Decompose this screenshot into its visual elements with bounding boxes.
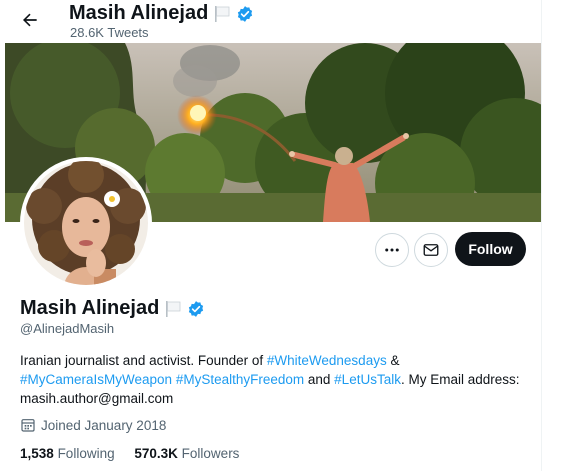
bio-text: Iranian journalist and activist. Founder… <box>20 353 267 368</box>
arrow-left-icon <box>23 13 37 27</box>
more-button[interactable] <box>375 233 409 267</box>
avatar-photo <box>24 161 148 285</box>
following-link[interactable]: 1,538 Following <box>20 446 115 461</box>
header-name: Masih Alinejad <box>69 2 209 24</box>
profile-header-bar: Masih Alinejad 28.6K Tweets <box>0 0 541 43</box>
profile-handle: @AlinejadMasih <box>20 321 115 336</box>
tweet-count: 28.6K Tweets <box>70 25 149 40</box>
followers-count: 570.3K <box>134 446 178 461</box>
hashtag-link[interactable]: #MyCameraIsMyWeapon <box>20 372 172 387</box>
following-count: 1,538 <box>20 446 54 461</box>
hashtag-link[interactable]: #WhiteWednesdays <box>267 353 387 368</box>
following-label: Following <box>57 446 115 461</box>
profile-column: Masih Alinejad 28.6K Tweets Follow Masih… <box>0 0 542 471</box>
calendar-icon <box>21 419 35 432</box>
profile-name-row: Masih Alinejad <box>20 297 205 320</box>
envelope-icon <box>423 244 439 256</box>
followers-label: Followers <box>181 446 240 461</box>
followers-link[interactable]: 570.3K Followers <box>134 446 239 461</box>
joined-date-row: Joined January 2018 <box>20 417 166 433</box>
hashtag-link[interactable]: #LetUsTalk <box>334 372 401 387</box>
bio-text: and <box>304 372 335 387</box>
display-name: Masih Alinejad <box>20 297 160 319</box>
white-flag-icon <box>166 300 181 317</box>
message-button[interactable] <box>414 233 448 267</box>
white-flag-icon <box>215 5 230 22</box>
verified-badge-icon <box>189 300 204 317</box>
joined-date: Joined January 2018 <box>41 417 167 433</box>
follow-stats: 1,538 Following 570.3K Followers <box>20 446 255 461</box>
hashtag-link[interactable]: #MyStealthyFreedom <box>176 372 304 387</box>
profile-bio: Iranian journalist and activist. Founder… <box>20 351 530 408</box>
bio-text: & <box>386 353 400 368</box>
verified-badge-icon <box>238 5 253 22</box>
back-button[interactable] <box>14 4 46 36</box>
more-horizontal-icon <box>385 248 399 252</box>
header-name-row: Masih Alinejad <box>69 2 254 25</box>
profile-avatar[interactable] <box>20 157 152 289</box>
follow-button[interactable]: Follow <box>455 232 526 266</box>
